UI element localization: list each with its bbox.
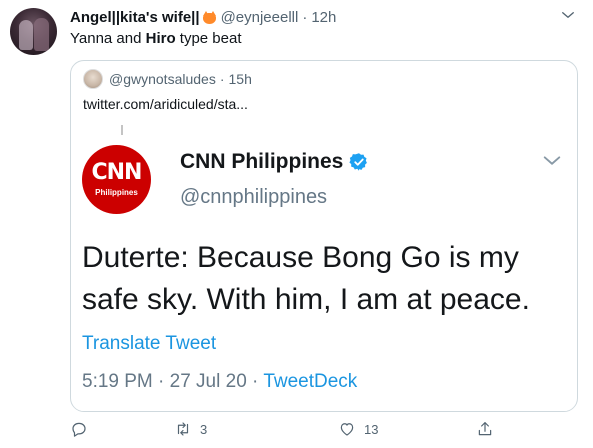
quoted-tweet[interactable]: @gwynotsaludes · 15h twitter.com/aridicu… — [70, 60, 578, 412]
share-icon — [478, 422, 492, 436]
reply-button[interactable] — [70, 420, 88, 438]
screenshot-source: TweetDeck — [263, 371, 358, 392]
logo-text: CNN — [91, 160, 143, 185]
screenshot-time: 5:19 PM · 27 Jul 20 · — [82, 371, 264, 392]
tweet-text: Yanna and Hiro type beat — [70, 30, 242, 47]
quoted-tweet-timestamp: 15h — [228, 71, 252, 87]
screenshot-text-line: Duterte: Because Bong Go is my — [82, 241, 519, 274]
screenshot-account-name: CNN Philippines — [180, 150, 369, 174]
like-button[interactable]: 13 — [338, 420, 378, 438]
quoted-author-handle: @gwynotsaludes — [109, 71, 216, 87]
screenshot-account-handle: @cnnphilippines — [180, 186, 328, 208]
reply-icon — [72, 422, 86, 437]
image-artifact — [121, 125, 123, 135]
author-avatar[interactable] — [10, 8, 57, 55]
chevron-down-icon — [543, 156, 561, 165]
quoted-tweet-header: @gwynotsaludes · 15h — [83, 69, 252, 89]
screenshot-meta: 5:19 PM · 27 Jul 20 · TweetDeck — [82, 371, 357, 393]
screenshot-tweet-text: Duterte: Because Bong Go is my safe sky.… — [82, 237, 530, 321]
tweet-text-bold: Hiro — [145, 30, 176, 47]
logo-subtext: Philippines — [95, 188, 138, 197]
tweet[interactable]: Angel||kita's wife|| @eynjeeelll · 12h Y… — [0, 0, 593, 448]
screenshot-translate-link: Translate Tweet — [82, 333, 217, 354]
tweet-screenshot-image: CNN Philippines CNN Philippines @cnnphil… — [73, 123, 576, 411]
retweet-icon — [177, 422, 189, 436]
separator-dot: · — [219, 71, 225, 87]
author-name[interactable]: Angel||kita's wife|| — [70, 9, 200, 26]
fox-face-icon — [202, 10, 217, 24]
retweet-count: 3 — [200, 421, 208, 437]
retweet-button[interactable]: 3 — [174, 420, 207, 438]
heart-icon — [340, 423, 354, 436]
tweet-timestamp[interactable]: 12h — [311, 9, 336, 26]
screenshot-text-line: safe sky. With him, I am at peace. — [82, 283, 530, 316]
tweet-text-part: type beat — [175, 30, 242, 47]
quoted-tweet-link: twitter.com/aridiculed/sta... — [83, 96, 248, 112]
verified-badge-icon — [349, 153, 368, 171]
quoted-author-avatar — [83, 69, 103, 89]
separator-dot: · — [302, 8, 308, 26]
avatar-figure — [34, 18, 49, 51]
screenshot-account-name-text: CNN Philippines — [180, 150, 344, 173]
avatar-figure — [19, 20, 33, 50]
chevron-down-icon[interactable] — [559, 6, 577, 24]
tweet-header: Angel||kita's wife|| @eynjeeelll · 12h — [70, 7, 336, 27]
share-button[interactable] — [476, 420, 494, 438]
tweet-actions: 3 13 — [70, 418, 578, 442]
like-count: 13 — [364, 421, 379, 437]
author-handle[interactable]: @eynjeeelll — [221, 9, 299, 26]
cnn-philippines-logo: CNN Philippines — [82, 145, 151, 214]
tweet-text-part: Yanna and — [70, 30, 146, 47]
